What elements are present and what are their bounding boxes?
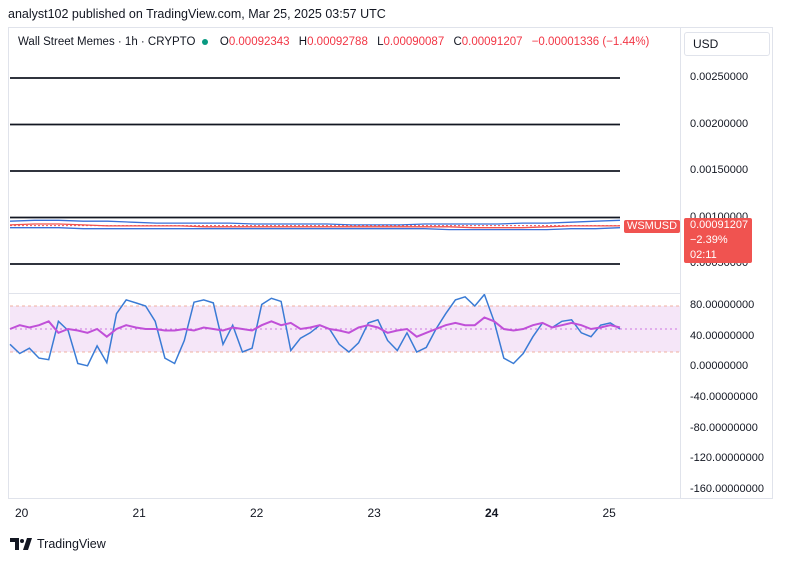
- oscillator-tick-label: 0.00000000: [690, 360, 749, 373]
- price-tick-label: 0.00150000: [690, 164, 749, 176]
- time-tick-label: 22: [250, 506, 264, 520]
- oscillator-tick-label: 40.00000000: [690, 329, 755, 342]
- chart-frame: [8, 27, 681, 499]
- time-tick-label: 24: [485, 506, 499, 520]
- close-label: C: [453, 36, 462, 48]
- open-value: 0.00092343: [228, 36, 290, 48]
- oscillator-tick-label: 80.00000000: [690, 299, 755, 311]
- symbol-price-tag: WSMUSD: [624, 220, 680, 233]
- price-tick-label: 0.00200000: [690, 117, 749, 130]
- time-tick-label: 20: [15, 506, 29, 520]
- tradingview-brand[interactable]: TradingView: [10, 537, 106, 551]
- market-status-dot: [201, 38, 208, 45]
- time-tick-label: 23: [367, 506, 381, 520]
- currency-button[interactable]: USD: [684, 32, 770, 56]
- high-label: H: [298, 36, 308, 48]
- open-label: O: [219, 36, 229, 48]
- last-price: 0.00091207: [690, 219, 749, 231]
- bar-countdown: 02:11: [690, 249, 717, 261]
- pane-divider[interactable]: [8, 293, 681, 294]
- tradingview-logo-icon: [10, 538, 32, 550]
- publisher-line: analyst102 published on TradingView.com,…: [8, 7, 386, 21]
- high-value: 0.00092788: [307, 36, 368, 48]
- oscillator-tick-label: -160.00000000: [690, 483, 765, 495]
- oscillator-tick-label: -40.00000000: [690, 391, 758, 403]
- symbol-name[interactable]: Wall Street Memes · 1h · CRYPTO: [18, 36, 195, 48]
- oscillator-tick-label: -120.00000000: [690, 452, 765, 465]
- last-change: −2.39%: [690, 234, 728, 246]
- symbol-legend: Wall Street Memes · 1h · CRYPTO O0.00092…: [18, 36, 649, 48]
- low-value: 0.00090087: [383, 36, 445, 48]
- time-tick-label: 21: [132, 506, 146, 520]
- oscillator-tick-label: -80.00000000: [690, 421, 758, 434]
- change-value: −0.00001336 (−1.44%): [531, 36, 650, 48]
- close-value: 0.00091207: [461, 36, 523, 48]
- last-price-box: 0.00091207 −2.39% 02:11: [684, 218, 752, 263]
- time-tick-label: 25: [602, 506, 616, 520]
- price-tick-label: 0.00250000: [690, 71, 749, 83]
- brand-name: TradingView: [37, 537, 106, 551]
